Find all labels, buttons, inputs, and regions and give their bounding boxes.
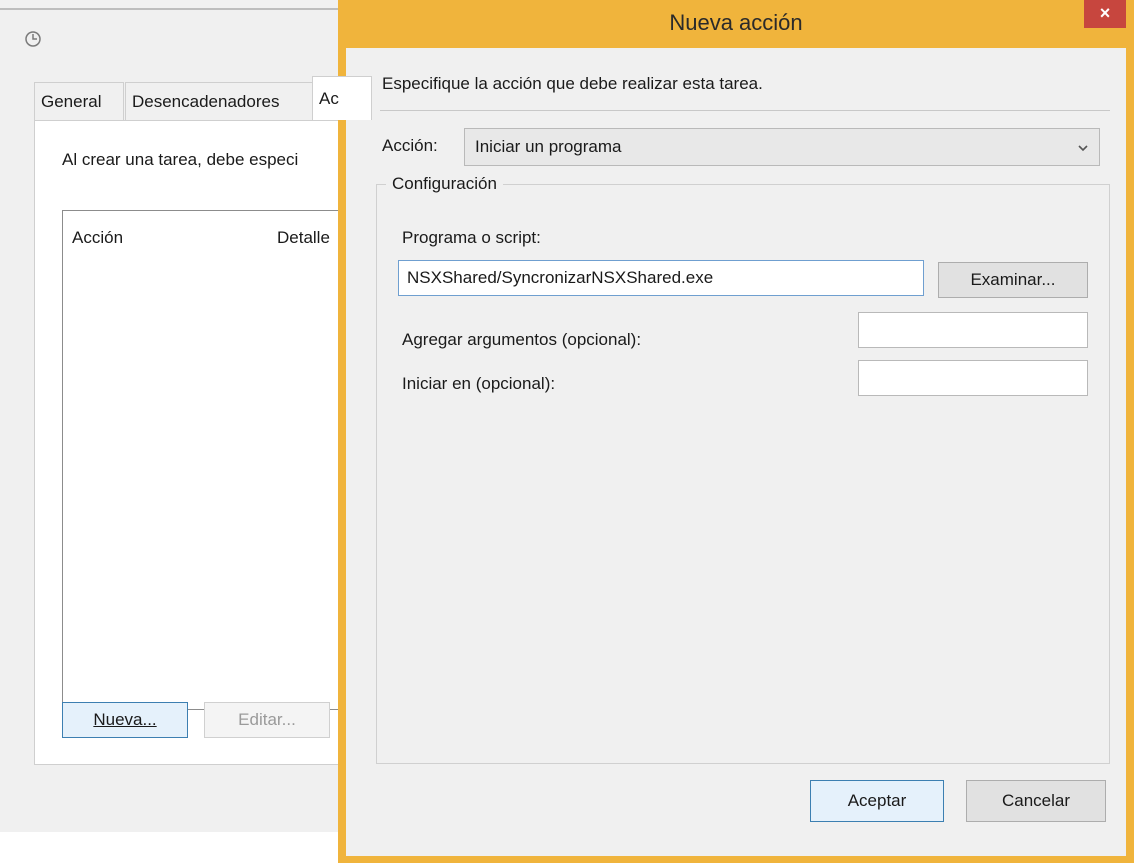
tab-general[interactable]: General [34, 82, 124, 120]
program-label: Programa o script: [402, 228, 541, 247]
actions-list[interactable] [62, 210, 362, 710]
program-input-value: NSXShared/SyncronizarNSXShared.exe [407, 268, 714, 287]
tab-actions[interactable]: Ac [312, 76, 372, 120]
arguments-input[interactable] [858, 312, 1088, 348]
start-in-label: Iniciar en (opcional): [402, 374, 556, 393]
dialog-body: Especifique la acción que debe realizar … [346, 48, 1126, 856]
chevron-down-icon [1078, 145, 1088, 152]
status-bar [0, 832, 360, 863]
edit-action-button[interactable]: Editar... [204, 702, 330, 738]
new-action-label: Nueva... [93, 710, 157, 729]
configuration-title: Configuración [386, 174, 503, 194]
close-button[interactable]: × [1084, 0, 1126, 28]
accept-button[interactable]: Aceptar [810, 780, 944, 822]
new-action-button[interactable]: Nueva... [62, 702, 188, 738]
cancel-button[interactable]: Cancelar [966, 780, 1106, 822]
instruction-text: Especifique la acción que debe realizar … [382, 74, 763, 93]
action-label: Acción: [382, 136, 438, 155]
action-select-value: Iniciar un programa [475, 137, 622, 156]
actions-description: Al crear una tarea, debe especi [62, 150, 299, 169]
new-action-dialog: Nueva acción × Especifique la acción que… [338, 0, 1134, 863]
dialog-titlebar[interactable]: Nueva acción × [338, 0, 1134, 48]
task-properties-window: General Desencadenadores Ac Al crear una… [0, 0, 372, 863]
arguments-label: Agregar argumentos (opcional): [402, 330, 642, 349]
dialog-title: Nueva acción [669, 10, 803, 35]
separator [380, 110, 1110, 111]
browse-button[interactable]: Examinar... [938, 262, 1088, 298]
start-in-input[interactable] [858, 360, 1088, 396]
action-select[interactable]: Iniciar un programa [464, 128, 1100, 166]
window-top-border [0, 8, 360, 10]
column-header-details[interactable]: Detalle [277, 228, 330, 248]
clock-icon [25, 31, 41, 47]
program-input[interactable]: NSXShared/SyncronizarNSXShared.exe [398, 260, 924, 296]
column-header-action[interactable]: Acción [72, 228, 123, 248]
